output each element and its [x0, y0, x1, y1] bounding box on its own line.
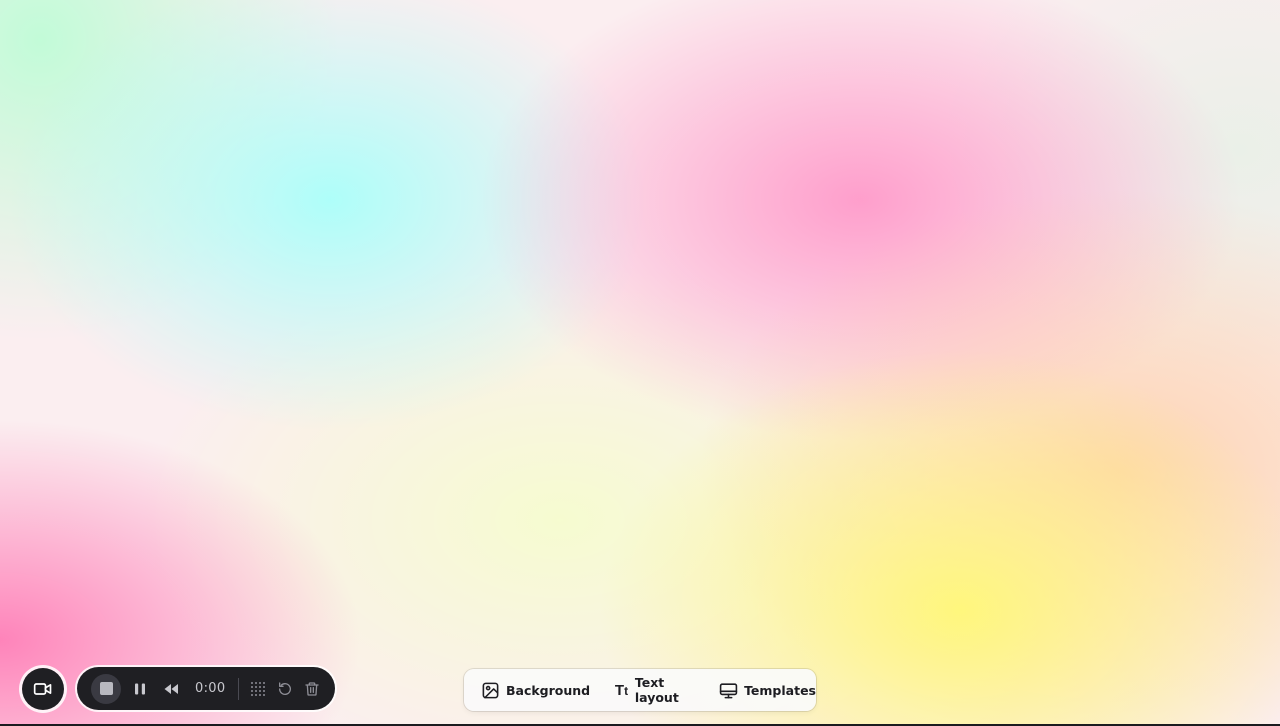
rewind-button[interactable] [160, 678, 182, 700]
camera-toggle-button[interactable] [22, 668, 64, 710]
background-button[interactable]: Background [480, 674, 590, 706]
templates-button[interactable]: Templates [718, 674, 816, 706]
pause-button[interactable] [129, 678, 151, 700]
stop-icon [99, 682, 113, 695]
image-icon [480, 680, 500, 700]
pause-icon [133, 682, 147, 696]
restart-icon [277, 681, 293, 697]
rewind-icon [163, 682, 179, 696]
restart-button[interactable] [274, 678, 296, 700]
gradient-canvas [0, 0, 1280, 726]
dot-grid-button[interactable] [247, 678, 269, 700]
recorder-divider [238, 677, 240, 700]
monitor-icon [718, 680, 738, 700]
settings-toolbar: Background Tt Text layout Templates [464, 669, 816, 711]
stop-button[interactable] [91, 673, 121, 704]
text-layout-label: Text layout [634, 675, 679, 705]
video-camera-icon [33, 679, 53, 699]
background-label: Background [506, 682, 591, 698]
recorder-controls: 0:00 [77, 667, 335, 710]
templates-label: Templates [744, 682, 816, 698]
dot-grid-icon [250, 681, 266, 697]
text-size-icon: Tt [614, 681, 629, 699]
text-layout-button[interactable]: Tt Text layout [614, 674, 692, 706]
trash-icon [304, 681, 320, 697]
recording-time: 0:00 [195, 681, 226, 696]
delete-button[interactable] [301, 678, 323, 700]
